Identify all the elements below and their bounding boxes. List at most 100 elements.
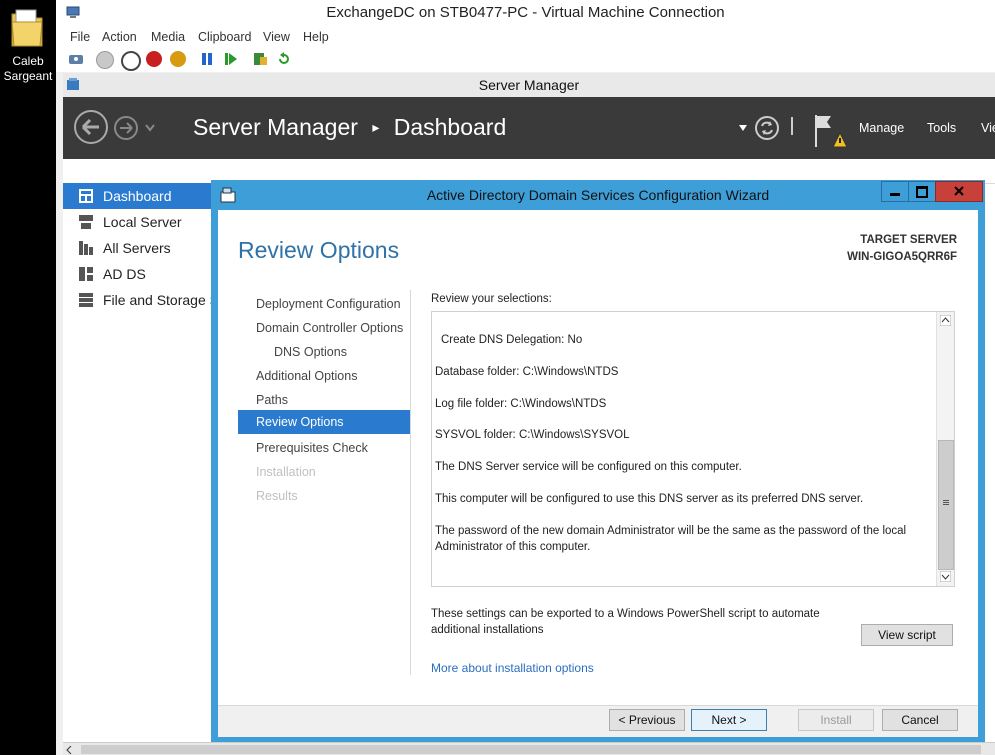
- start-icon[interactable]: [96, 51, 114, 69]
- pause-icon[interactable]: [200, 52, 214, 66]
- breadcrumb-page: Dashboard: [393, 114, 507, 140]
- step-domain-controller-options[interactable]: Domain Controller Options: [238, 316, 410, 340]
- install-button: Install: [798, 709, 874, 731]
- menu-view[interactable]: View: [263, 30, 290, 44]
- server-manager-window-title: Server Manager: [478, 77, 580, 93]
- step-deployment-configuration[interactable]: Deployment Configuration: [238, 292, 410, 316]
- next-button[interactable]: Next >: [691, 709, 767, 731]
- maximize-icon: [916, 186, 928, 198]
- back-arrow-icon[interactable]: [73, 109, 109, 145]
- step-prerequisites-check[interactable]: Prerequisites Check: [238, 436, 410, 460]
- sidebar-item-label: Local Server: [103, 214, 182, 230]
- scroll-thumb[interactable]: [81, 745, 981, 754]
- header-divider: [791, 117, 793, 135]
- server-manager-sidebar: Dashboard Local Server All Servers AD DS…: [63, 183, 219, 755]
- minimize-button[interactable]: [881, 181, 909, 202]
- sidebar-item-all-servers[interactable]: All Servers: [63, 235, 213, 261]
- menu-help[interactable]: Help: [303, 30, 329, 44]
- manage-menu[interactable]: Manage: [859, 121, 904, 135]
- scroll-up-icon[interactable]: [940, 315, 951, 326]
- step-dns-options[interactable]: DNS Options: [238, 340, 410, 364]
- vm-toolbar: [56, 48, 995, 72]
- sm-window-edge: [981, 73, 995, 97]
- sidebar-item-ad-ds[interactable]: AD DS: [63, 261, 213, 287]
- forward-arrow-icon[interactable]: [113, 115, 139, 141]
- steps-divider: [410, 290, 411, 675]
- breadcrumb-root[interactable]: Server Manager: [193, 114, 358, 140]
- servers-icon: [79, 241, 93, 255]
- step-review-options[interactable]: Review Options: [238, 410, 410, 434]
- turn-off-icon[interactable]: [121, 51, 141, 71]
- sidebar-item-label: All Servers: [103, 240, 171, 256]
- step-results: Results: [256, 489, 298, 503]
- history-dropdown-icon[interactable]: [145, 124, 155, 132]
- cancel-button[interactable]: Cancel: [882, 709, 958, 731]
- step-additional-options[interactable]: Additional Options: [238, 364, 410, 388]
- refresh-dropdown-icon[interactable]: [739, 125, 747, 131]
- shutdown-icon[interactable]: [146, 51, 162, 67]
- horizontal-scrollbar[interactable]: [63, 742, 995, 755]
- review-label: Review your selections:: [431, 293, 552, 305]
- checkpoint-icon[interactable]: [252, 51, 268, 67]
- wizard-titlebar[interactable]: Active Directory Domain Services Configu…: [211, 180, 985, 210]
- export-description: These settings can be exported to a Wind…: [431, 608, 820, 636]
- wizard-body: Review Options TARGET SERVER WIN-GIGOA5Q…: [218, 210, 978, 705]
- scroll-thumb[interactable]: [938, 440, 954, 570]
- review-line: SYSVOL folder: C:\Windows\SYSVOL: [435, 429, 630, 441]
- desktop-folder-icon[interactable]: Caleb Sargeant: [0, 0, 56, 90]
- sidebar-item-file-storage[interactable]: File and Storage S: [63, 287, 219, 313]
- step-installation: Installation: [256, 465, 316, 479]
- target-server-name: WIN-GIGOA5QRR6F: [847, 251, 957, 263]
- view-script-button[interactable]: View script: [861, 624, 953, 646]
- ad-ds-icon: [79, 267, 93, 281]
- wizard-footer: < Previous Next > Install Cancel: [218, 705, 978, 737]
- vm-title: ExchangeDC on STB0477-PC - Virtual Machi…: [326, 4, 725, 21]
- desktop-icon-label: Caleb Sargeant: [3, 54, 53, 83]
- server-icon: [79, 215, 93, 229]
- close-button[interactable]: [935, 181, 983, 202]
- wizard-title: Active Directory Domain Services Configu…: [426, 187, 770, 203]
- review-line: Create DNS Delegation: No: [441, 334, 583, 346]
- ctrl-alt-del-icon[interactable]: [68, 51, 84, 67]
- breadcrumb-separator-icon: ▸: [372, 119, 380, 135]
- sidebar-item-label: AD DS: [103, 266, 146, 282]
- review-line: The DNS Server service will be configure…: [435, 461, 742, 473]
- maximize-button[interactable]: [908, 181, 936, 202]
- review-line: This computer will be configured to use …: [435, 493, 864, 505]
- save-state-icon[interactable]: [170, 51, 186, 67]
- scroll-left-icon[interactable]: [66, 746, 72, 754]
- previous-button[interactable]: < Previous: [609, 709, 685, 731]
- folder-icon: [11, 9, 43, 47]
- refresh-icon[interactable]: [754, 115, 780, 141]
- scroll-down-icon[interactable]: [940, 571, 951, 582]
- dashboard-icon: [79, 189, 93, 203]
- revert-icon[interactable]: [276, 51, 292, 67]
- vm-menubar: File Action Media Clipboard View Help: [56, 26, 995, 48]
- sidebar-item-label: Dashboard: [103, 188, 172, 204]
- ad-ds-configuration-wizard: Active Directory Domain Services Configu…: [211, 180, 985, 742]
- menu-clipboard[interactable]: Clipboard: [198, 30, 252, 44]
- step-paths[interactable]: Paths: [238, 388, 410, 412]
- review-selections-box[interactable]: Create DNS Delegation: No Database folde…: [431, 311, 955, 587]
- grip-icon: [943, 500, 949, 501]
- menu-media[interactable]: Media: [151, 30, 185, 44]
- minimize-icon: [890, 193, 900, 196]
- review-line: Database folder: C:\Windows\NTDS: [435, 366, 619, 378]
- menu-action[interactable]: Action: [102, 30, 137, 44]
- review-scrollbar[interactable]: [936, 312, 954, 586]
- target-server-label: TARGET SERVER: [860, 234, 957, 246]
- sidebar-item-dashboard[interactable]: Dashboard: [63, 183, 213, 209]
- vm-titlebar[interactable]: ExchangeDC on STB0477-PC - Virtual Machi…: [56, 0, 995, 26]
- more-about-installation-link[interactable]: More about installation options: [431, 661, 594, 675]
- view-menu[interactable]: Vie: [981, 121, 995, 135]
- notifications-flag-icon[interactable]: [813, 113, 847, 149]
- server-manager-header: Server Manager ▸ Dashboard Manage Tools …: [63, 97, 995, 159]
- breadcrumb: Server Manager ▸ Dashboard: [193, 114, 506, 141]
- sidebar-item-local-server[interactable]: Local Server: [63, 209, 213, 235]
- tools-menu[interactable]: Tools: [927, 121, 956, 135]
- page-title: Review Options: [238, 237, 400, 263]
- reset-icon[interactable]: [224, 52, 238, 66]
- menu-file[interactable]: File: [70, 30, 90, 44]
- close-icon: [954, 186, 964, 196]
- server-manager-titlebar[interactable]: Server Manager: [63, 73, 995, 98]
